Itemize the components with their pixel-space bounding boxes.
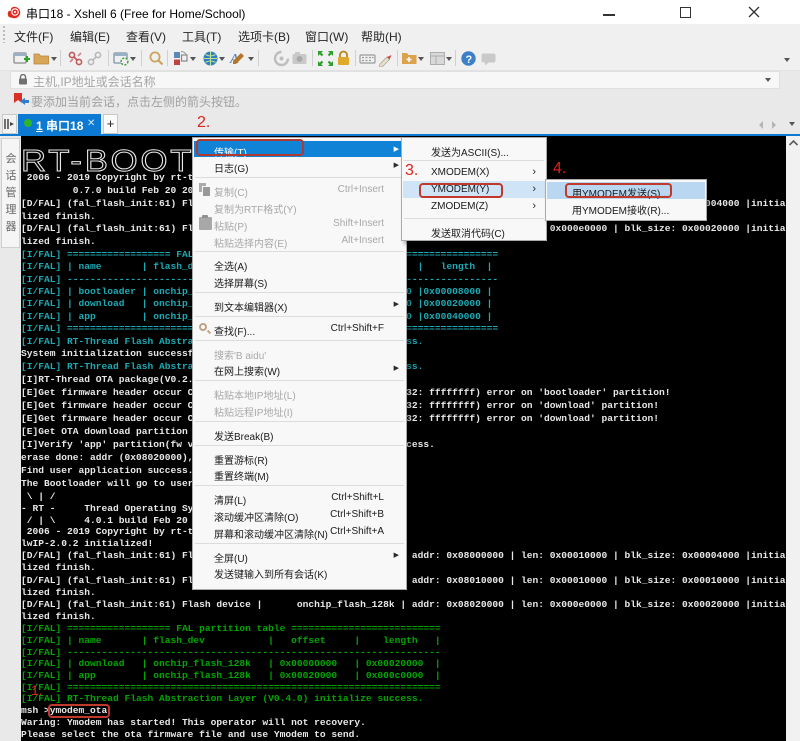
svg-text:?: ?: [466, 54, 473, 66]
